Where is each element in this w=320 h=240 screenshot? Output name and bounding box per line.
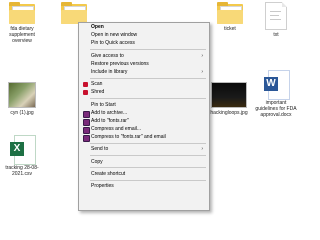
mcafee-icon bbox=[83, 82, 88, 88]
menu-item-scan[interactable]: Scan bbox=[79, 80, 209, 88]
menu-item-give-access-to[interactable]: Give access to › bbox=[79, 52, 209, 60]
menu-item-label: Pin to Start bbox=[91, 101, 116, 108]
menu-separator bbox=[90, 167, 206, 169]
menu-item-send-to[interactable]: Send to › bbox=[79, 145, 209, 153]
menu-item-include-in-library[interactable]: Include in library › bbox=[79, 68, 209, 76]
menu-item-label: Copy bbox=[91, 158, 103, 165]
menu-separator bbox=[90, 77, 206, 79]
menu-item-compress-to-fonts-rar-and-email[interactable]: Compress to "fonts.rar" and email bbox=[79, 133, 209, 143]
folder-icon bbox=[9, 2, 35, 24]
menu-item-label: Scan bbox=[91, 81, 103, 88]
menu-separator bbox=[90, 98, 206, 99]
chevron-right-icon: › bbox=[201, 68, 203, 75]
menu-item-label: Add to "fonts.rar" bbox=[91, 117, 129, 124]
menu-separator bbox=[90, 179, 206, 181]
menu-item-label: Open bbox=[91, 24, 104, 30]
menu-separator bbox=[90, 49, 206, 51]
menu-item-add-to-archive[interactable]: Add to archive... bbox=[79, 109, 209, 118]
file-name: fda dietary supplement overview bbox=[9, 26, 35, 44]
file-tile[interactable]: ticket bbox=[212, 2, 248, 32]
menu-item-compress-and-email[interactable]: Compress and email... bbox=[79, 125, 209, 135]
menu-item-label: Send to bbox=[91, 146, 109, 153]
menu-item-copy[interactable]: Copy bbox=[79, 158, 209, 166]
menu-item-label: Include in library bbox=[91, 68, 128, 75]
file-name: txt bbox=[273, 32, 279, 38]
menu-item-label: Pin to Quick access bbox=[91, 40, 135, 47]
menu-item-label: Give access to bbox=[91, 52, 124, 59]
menu-item-properties[interactable]: Properties bbox=[79, 182, 209, 190]
chevron-right-icon: › bbox=[201, 52, 203, 59]
word-document-icon: W bbox=[264, 70, 290, 100]
file-name: ticket bbox=[224, 26, 236, 32]
menu-item-shred[interactable]: Shred bbox=[79, 88, 209, 96]
menu-separator bbox=[90, 142, 206, 144]
file-tile[interactable]: cyn (1).jpg bbox=[2, 82, 42, 116]
file-tile[interactable]: fda dietary supplement overview bbox=[2, 2, 42, 44]
menu-item-pin-to-quick-access[interactable]: Pin to Quick access bbox=[79, 39, 209, 47]
file-name: hackingloops.jpg bbox=[210, 110, 248, 116]
file-name: tracking 28-08-2021.csv bbox=[5, 165, 39, 177]
menu-item-add-to-fonts-rar[interactable]: Add to "fonts.rar" bbox=[79, 117, 209, 126]
file-name: important guidelines for FDA approval.do… bbox=[255, 100, 297, 118]
menu-item-label: Create shortcut bbox=[91, 170, 126, 177]
chevron-right-icon: › bbox=[201, 146, 203, 153]
file-explorer-content: fda dietary supplement overview ticket t… bbox=[0, 0, 300, 211]
menu-item-restore-previous-versions[interactable]: Restore previous versions bbox=[79, 60, 209, 68]
file-tile[interactable]: W important guidelines for FDA approval.… bbox=[255, 70, 297, 118]
menu-item-label: Shred bbox=[91, 89, 105, 96]
menu-item-label: Compress to "fonts.rar" and email bbox=[91, 134, 166, 141]
menu-item-open[interactable]: Open bbox=[79, 23, 209, 31]
menu-item-label: Restore previous versions bbox=[91, 60, 149, 67]
file-tile[interactable]: X tracking 28-08-2021.csv bbox=[2, 135, 42, 177]
image-thumbnail-icon bbox=[211, 82, 247, 108]
menu-item-label: Compress and email... bbox=[91, 126, 142, 133]
file-tile[interactable]: hackingloops.jpg bbox=[203, 82, 255, 116]
file-tile[interactable] bbox=[54, 2, 94, 24]
menu-separator bbox=[90, 155, 206, 157]
text-document-icon bbox=[265, 2, 287, 30]
menu-item-label: Properties bbox=[91, 183, 114, 189]
menu-item-create-shortcut[interactable]: Create shortcut bbox=[79, 170, 209, 178]
menu-item-open-in-new-window[interactable]: Open in new window bbox=[79, 31, 209, 39]
menu-item-pin-to-start[interactable]: Pin to Start bbox=[79, 101, 209, 109]
excel-document-icon: X bbox=[10, 135, 36, 165]
file-tile[interactable]: txt bbox=[258, 2, 294, 38]
winrar-icon bbox=[83, 135, 90, 143]
file-name: cyn (1).jpg bbox=[10, 110, 34, 116]
image-thumbnail-icon bbox=[8, 82, 36, 108]
folder-icon bbox=[61, 2, 87, 24]
menu-item-label: Open in new window bbox=[91, 32, 138, 39]
mcafee-icon bbox=[83, 90, 88, 96]
folder-icon bbox=[217, 2, 243, 24]
context-menu: Open Open in new window Pin to Quick acc… bbox=[78, 22, 210, 211]
menu-item-label: Add to archive... bbox=[91, 109, 128, 116]
